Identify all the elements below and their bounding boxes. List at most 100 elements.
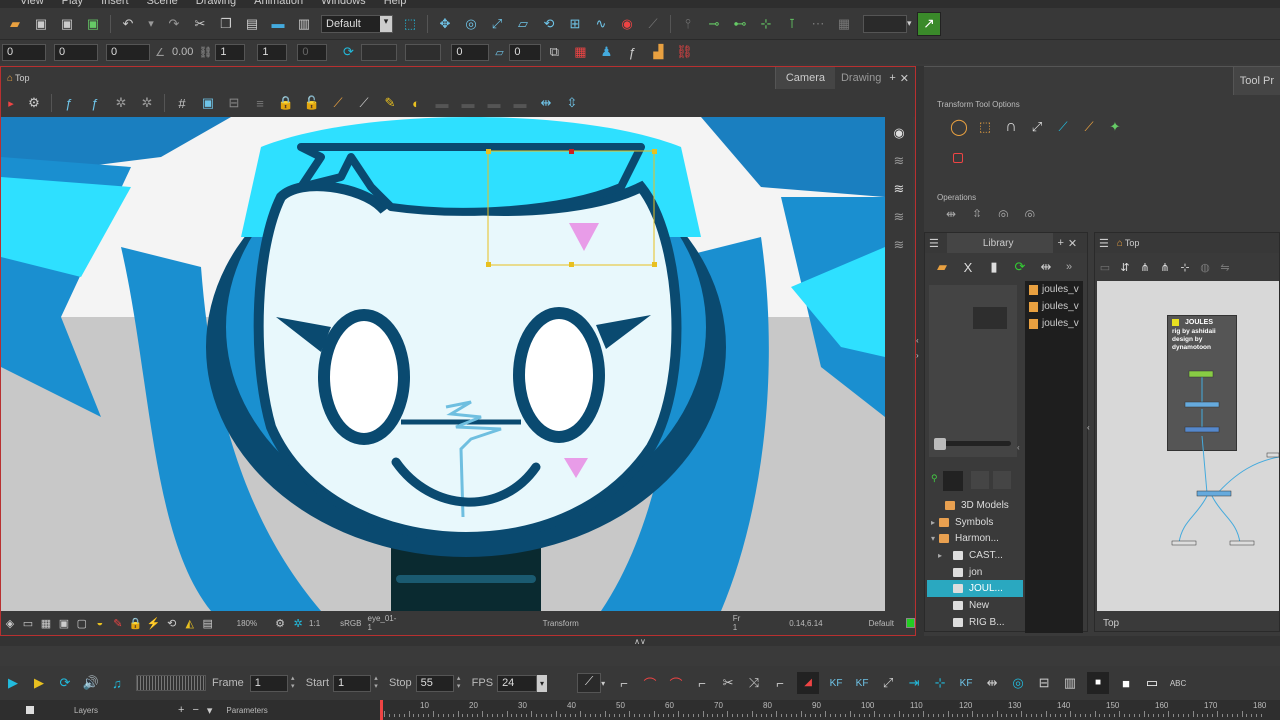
weight-icon[interactable]: ⊺ <box>781 14 803 34</box>
playhead[interactable] <box>380 700 383 720</box>
tree-item[interactable]: ▸ Symbols <box>927 514 1023 531</box>
collapse-left-icon[interactable]: ‹ <box>916 336 919 345</box>
cut-key-icon[interactable]: ✂ <box>717 673 739 693</box>
fx-icon[interactable]: ƒ <box>58 93 80 113</box>
menu-icon[interactable]: ☰ <box>929 237 939 250</box>
search-icon[interactable]: ⚲ <box>931 473 938 484</box>
remove-layer-icon[interactable]: − <box>192 704 198 716</box>
magnet-icon[interactable]: ∩ <box>1000 117 1022 137</box>
preset-dropdown[interactable]: Default ▾ <box>321 14 393 33</box>
fill-cell-icon[interactable]: ■ <box>1115 673 1137 693</box>
remove-folder-button[interactable] <box>993 471 1011 489</box>
frame-icon[interactable]: ▭ <box>21 613 35 633</box>
link-icon[interactable]: ⛓ <box>197 42 213 62</box>
scale-icon[interactable]: ⤢ <box>486 14 508 34</box>
arrow-icon[interactable]: ▸ <box>3 93 19 113</box>
tree-arrow-icon[interactable]: ▾ <box>927 534 939 543</box>
tree-item[interactable]: 3D Models <box>927 497 1023 514</box>
reset-view-icon[interactable]: ✲ <box>291 613 305 633</box>
undo-dropdown-icon[interactable]: ▾ <box>143 14 159 34</box>
chevron-down-icon[interactable]: ▾ <box>907 18 917 29</box>
play-selection-icon[interactable]: ▶ <box>28 673 50 693</box>
menu-item[interactable]: Help <box>384 0 407 7</box>
layers-toggle-icon[interactable] <box>26 706 34 714</box>
safe-frame-icon[interactable]: ▣ <box>57 613 71 633</box>
close-icon[interactable]: ✕ <box>900 72 909 85</box>
node-tool-e-icon[interactable]: ⊹ <box>1177 257 1193 277</box>
drawing-key-icon[interactable]: ⌐ <box>769 673 791 693</box>
search-input[interactable] <box>943 471 963 491</box>
onion-skin-icon[interactable]: ◒ <box>93 613 107 633</box>
menu-item[interactable]: View <box>20 0 44 7</box>
chevron-down-icon[interactable]: ▾ <box>601 679 611 688</box>
layer-options-icon[interactable]: ▾ <box>207 704 213 717</box>
deform-extra-icon[interactable]: ▦ <box>833 14 855 34</box>
menu-icon[interactable]: ☰ <box>1099 237 1109 250</box>
menu-item[interactable]: Play <box>62 0 83 7</box>
node-tool-g-icon[interactable]: ⇋ <box>1217 257 1233 277</box>
paint-icon[interactable]: ✎ <box>111 613 125 633</box>
flip-h-icon[interactable]: ⇹ <box>535 93 557 113</box>
fps-field[interactable]: 24 <box>497 674 538 692</box>
paint-icon[interactable]: ▟ <box>647 42 669 62</box>
layers-icon[interactable]: ◈ <box>3 613 17 633</box>
cell-icon[interactable]: ▥ <box>1059 673 1081 693</box>
node-tool-d-icon[interactable]: ⋔ <box>1157 257 1173 277</box>
key-pose-icon[interactable]: KF <box>955 673 977 693</box>
ease-in-icon[interactable]: ⌒ <box>639 673 661 693</box>
function-icon[interactable]: ƒ <box>621 42 643 62</box>
dash-d-icon[interactable]: ▬ <box>509 93 531 113</box>
zoom-ratio[interactable]: 1:1 <box>309 619 320 628</box>
keyframe-active-button[interactable]: ◢ <box>797 672 820 694</box>
safe-area-icon[interactable]: ▣ <box>197 93 219 113</box>
go-icon[interactable]: ↗ <box>917 11 941 36</box>
tree-item[interactable]: ▾ Harmon... <box>927 530 1023 547</box>
line-icon[interactable]: ⟋ <box>327 93 349 113</box>
grid-red-icon[interactable]: ▦ <box>569 42 591 62</box>
menu-item[interactable]: Windows <box>321 0 366 7</box>
tab-tool-properties[interactable]: Tool Pr <box>1232 67 1280 95</box>
collapse-right-icon[interactable]: › <box>916 351 919 360</box>
onion-alt-icon[interactable]: ✲ <box>136 93 158 113</box>
camera-icon[interactable]: ▢ <box>75 613 89 633</box>
tween-icon[interactable]: ⇹ <box>981 673 1003 693</box>
pen-icon[interactable]: ✎ <box>379 93 401 113</box>
gear-icon[interactable]: ⚙ <box>273 613 287 633</box>
tree-arrow-icon[interactable]: ▸ <box>927 518 939 527</box>
frame-ruler[interactable]: 10 20 30 40 50 60 70 80 90 100 110 120 130 140 150 160 1… <box>380 700 1280 720</box>
ease-out-icon[interactable]: ⌒ <box>665 673 687 693</box>
select-icon[interactable]: ⤢ <box>1026 117 1048 137</box>
add-tab-icon[interactable]: + <box>889 72 895 84</box>
field-pivot-x[interactable]: 0 <box>451 43 490 61</box>
ruler-icon[interactable]: ⟋ <box>353 93 375 113</box>
tab-camera[interactable]: Camera <box>774 67 835 89</box>
node-tool-f-icon[interactable]: ◍ <box>1197 257 1213 277</box>
figure-icon[interactable]: ♟ <box>595 42 617 62</box>
preview-zoom-thumb[interactable] <box>934 438 946 450</box>
tree-item[interactable]: JOUL... <box>927 580 1023 598</box>
layers-c-icon[interactable]: ≋ <box>888 207 910 227</box>
ripple-icon[interactable]: ⊟ <box>1033 673 1055 693</box>
sound-icon[interactable]: 🔊 <box>80 673 102 693</box>
node-breadcrumb[interactable]: Top <box>1125 238 1140 248</box>
fx-add-icon[interactable]: ƒ <box>84 93 106 113</box>
layers-a-icon[interactable]: ≋ <box>888 151 910 171</box>
folder-icon[interactable]: ▰ <box>931 257 953 277</box>
pose-icon[interactable]: ⊹ <box>929 673 951 693</box>
field-z[interactable]: 0 <box>106 43 150 61</box>
play-icon[interactable]: ▶ <box>2 673 24 693</box>
add-keyframe-icon[interactable]: KF <box>825 673 847 693</box>
bone-tool-icon[interactable]: ⟋ <box>1052 117 1074 137</box>
move-icon[interactable]: ✥ <box>434 14 456 34</box>
tree-item[interactable]: RIG B... <box>927 614 1023 631</box>
dash-c-icon[interactable]: ▬ <box>483 93 505 113</box>
dash-b-icon[interactable]: ▬ <box>457 93 479 113</box>
list-item[interactable]: joules_v <box>1025 315 1083 332</box>
open-icon[interactable]: ▰ <box>4 14 26 34</box>
line-style-dropdown[interactable]: ⟋ <box>577 673 602 693</box>
menu-item[interactable]: Insert <box>101 0 129 7</box>
onion-toggle-icon[interactable]: ◎ <box>1007 673 1029 693</box>
motion-icon[interactable]: ⟲ <box>538 14 560 34</box>
rotate-view-icon[interactable]: ⟲ <box>165 613 179 633</box>
extend-exposure-icon[interactable]: ⇥ <box>903 673 925 693</box>
